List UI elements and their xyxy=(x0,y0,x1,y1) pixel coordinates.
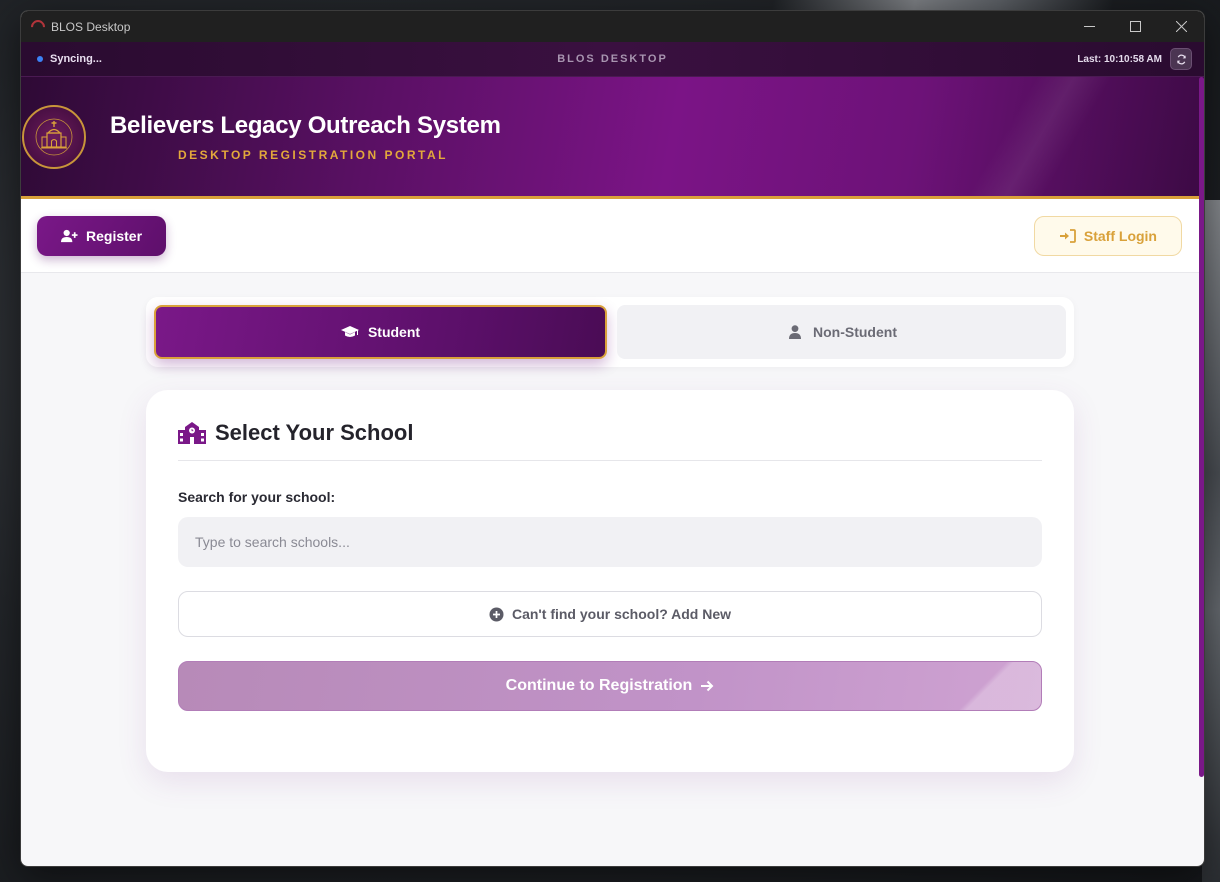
add-new-school-button[interactable]: Can't find your school? Add New xyxy=(178,591,1042,637)
main-content: Student Non-Student Select Your School S… xyxy=(21,273,1204,866)
sync-bar-title: BLOS DESKTOP xyxy=(557,53,668,65)
tab-non-student[interactable]: Non-Student xyxy=(617,305,1066,359)
card-title: Select Your School xyxy=(215,420,414,445)
close-icon xyxy=(1175,21,1187,32)
tab-student-label: Student xyxy=(367,324,421,340)
maximize-button[interactable] xyxy=(1112,11,1158,42)
minimize-icon xyxy=(1083,26,1095,27)
school-icon xyxy=(178,422,206,444)
header-banner: Believers Legacy Outreach System DESKTOP… xyxy=(21,77,1204,199)
sync-status: Syncing... xyxy=(37,53,102,65)
page-subtitle: DESKTOP REGISTRATION PORTAL xyxy=(178,147,448,162)
sign-in-icon xyxy=(1059,228,1076,243)
arrow-right-icon xyxy=(701,680,714,692)
add-new-school-label: Can't find your school? Add New xyxy=(511,606,732,622)
last-sync-time: Last: 10:10:58 AM xyxy=(1077,53,1162,65)
sync-status-bar: Syncing... BLOS DESKTOP Last: 10:10:58 A… xyxy=(21,42,1204,77)
school-selection-card: Select Your School Search for your schoo… xyxy=(146,390,1074,772)
window-titlebar[interactable]: BLOS Desktop xyxy=(21,11,1204,42)
app-window: BLOS Desktop Syncing... BLOS DESKTOP Las… xyxy=(20,10,1205,867)
action-bar: Register Staff Login xyxy=(21,199,1204,273)
tab-non-student-label: Non-Student xyxy=(813,324,897,340)
sync-indicator-dot xyxy=(37,56,43,62)
graduation-cap-icon xyxy=(340,326,359,337)
continue-button-label: Continue to Registration xyxy=(505,677,693,694)
tab-student[interactable]: Student xyxy=(154,305,607,359)
registration-type-tabs: Student Non-Student xyxy=(146,297,1074,367)
organization-seal-logo xyxy=(22,104,86,169)
window-title: BLOS Desktop xyxy=(51,19,131,34)
staff-login-button[interactable]: Staff Login xyxy=(1033,215,1182,256)
church-icon xyxy=(35,118,73,155)
close-button[interactable] xyxy=(1158,11,1204,42)
maximize-icon xyxy=(1129,21,1141,32)
card-header: Select Your School xyxy=(178,420,1042,461)
search-school-label: Search for your school: xyxy=(178,489,336,505)
register-button[interactable]: Register xyxy=(37,215,167,256)
staff-login-button-label: Staff Login xyxy=(1083,227,1157,244)
refresh-sync-button[interactable] xyxy=(1170,48,1192,70)
refresh-icon xyxy=(1176,54,1186,64)
window-scrollbar[interactable] xyxy=(1199,77,1204,777)
school-search-input[interactable] xyxy=(178,517,1042,567)
minimize-button[interactable] xyxy=(1066,11,1112,42)
continue-to-registration-button[interactable]: Continue to Registration xyxy=(178,661,1042,711)
plus-circle-icon xyxy=(489,607,504,621)
last-sync: Last: 10:10:58 AM xyxy=(1077,48,1192,70)
sync-status-text: Syncing... xyxy=(50,53,102,65)
user-plus-icon xyxy=(61,229,78,242)
user-icon xyxy=(789,325,801,339)
app-logo-icon xyxy=(28,16,48,37)
register-button-label: Register xyxy=(86,227,143,244)
page-title: Believers Legacy Outreach System xyxy=(110,111,501,139)
